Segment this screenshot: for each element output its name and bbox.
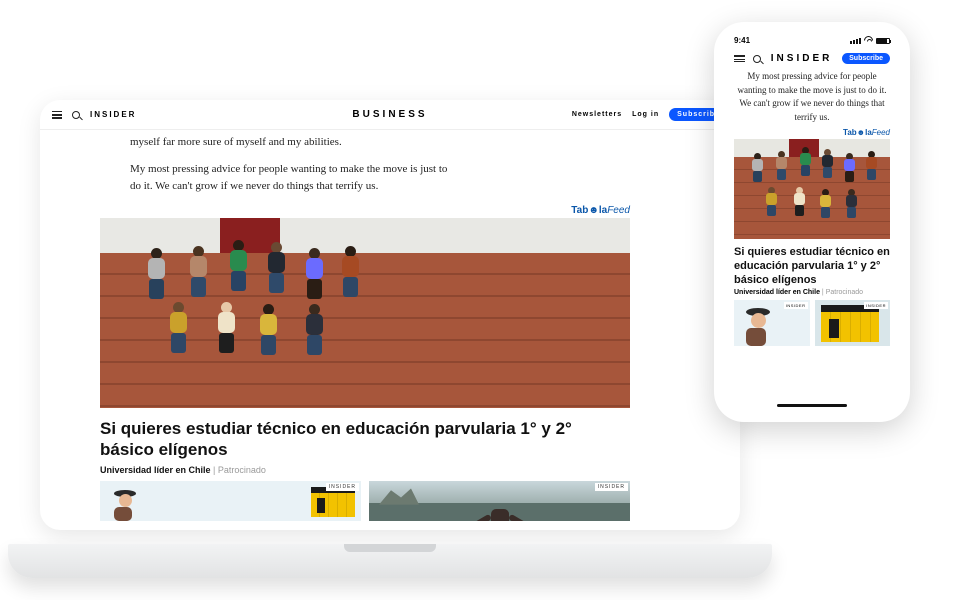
article-paragraph: myself far more sure of myself and my ab… [130,134,460,151]
subscribe-button[interactable]: Subscribe [842,53,890,64]
sponsored-block[interactable]: Si quieres estudiar técnico en educación… [100,218,630,521]
sponsored-hero-image[interactable] [734,139,890,239]
wifi-icon [864,36,873,45]
thumb-badge: INSIDER [784,302,808,309]
sponsored-thumb[interactable]: INSIDER [369,481,630,521]
sponsored-thumb[interactable]: INSIDER [734,300,810,346]
sponsored-title[interactable]: Si quieres estudiar técnico en educación… [100,418,630,461]
mobile-navbar: INSIDER Subscribe [724,49,900,70]
search-icon[interactable] [753,55,761,63]
laptop-base [8,544,772,578]
thumb-badge: INSIDER [326,483,359,491]
phone-device: 9:41 INSIDER Subscribe My most pressing … [714,22,910,422]
sponsored-thumb[interactable]: INSIDER [100,481,361,521]
sponsored-thumb-row: INSIDER INSIDER [724,300,900,346]
brand-logo[interactable]: INSIDER [769,53,834,64]
sponsored-thumb-row: INSIDER INSIDER [100,481,630,521]
search-icon[interactable] [72,111,80,119]
cellular-icon [850,38,861,44]
article-body: myself far more sure of myself and my ab… [40,130,740,195]
article-body: My most pressing advice for people wanti… [724,70,900,124]
article-paragraph: My most pressing advice for people wanti… [738,71,887,122]
taboola-feed-label: Tab☻laFeed [724,124,900,139]
laptop-screen: INSIDER BUSINESS Newsletters Log in Subs… [40,100,740,530]
sponsored-title[interactable]: Si quieres estudiar técnico en educación… [724,239,900,289]
status-time: 9:41 [734,36,750,45]
battery-icon [876,38,890,44]
home-indicator[interactable] [777,404,847,407]
menu-icon[interactable] [52,110,62,120]
section-title[interactable]: BUSINESS [277,109,502,120]
brand-logo[interactable]: INSIDER [90,110,136,119]
taboola-feed-label: Tab☻laFeed [40,205,740,216]
thumb-badge: INSIDER [864,302,888,309]
thumb-badge: INSIDER [595,483,628,491]
desktop-navbar: INSIDER BUSINESS Newsletters Log in Subs… [40,100,740,130]
phone-screen: 9:41 INSIDER Subscribe My most pressing … [724,32,900,412]
sponsored-hero-image[interactable] [100,218,630,408]
login-link[interactable]: Log in [632,111,659,118]
status-bar: 9:41 [724,32,900,49]
laptop-device: INSIDER BUSINESS Newsletters Log in Subs… [40,100,740,560]
sponsored-meta: Universidad líder en Chile | Patrocinado [724,289,900,300]
article-paragraph: My most pressing advice for people wanti… [130,161,460,195]
sponsored-meta: Universidad líder en Chile | Patrocinado [100,465,630,475]
newsletters-link[interactable]: Newsletters [572,111,622,118]
sponsored-thumb[interactable]: INSIDER [815,300,891,346]
menu-icon[interactable] [734,54,745,63]
